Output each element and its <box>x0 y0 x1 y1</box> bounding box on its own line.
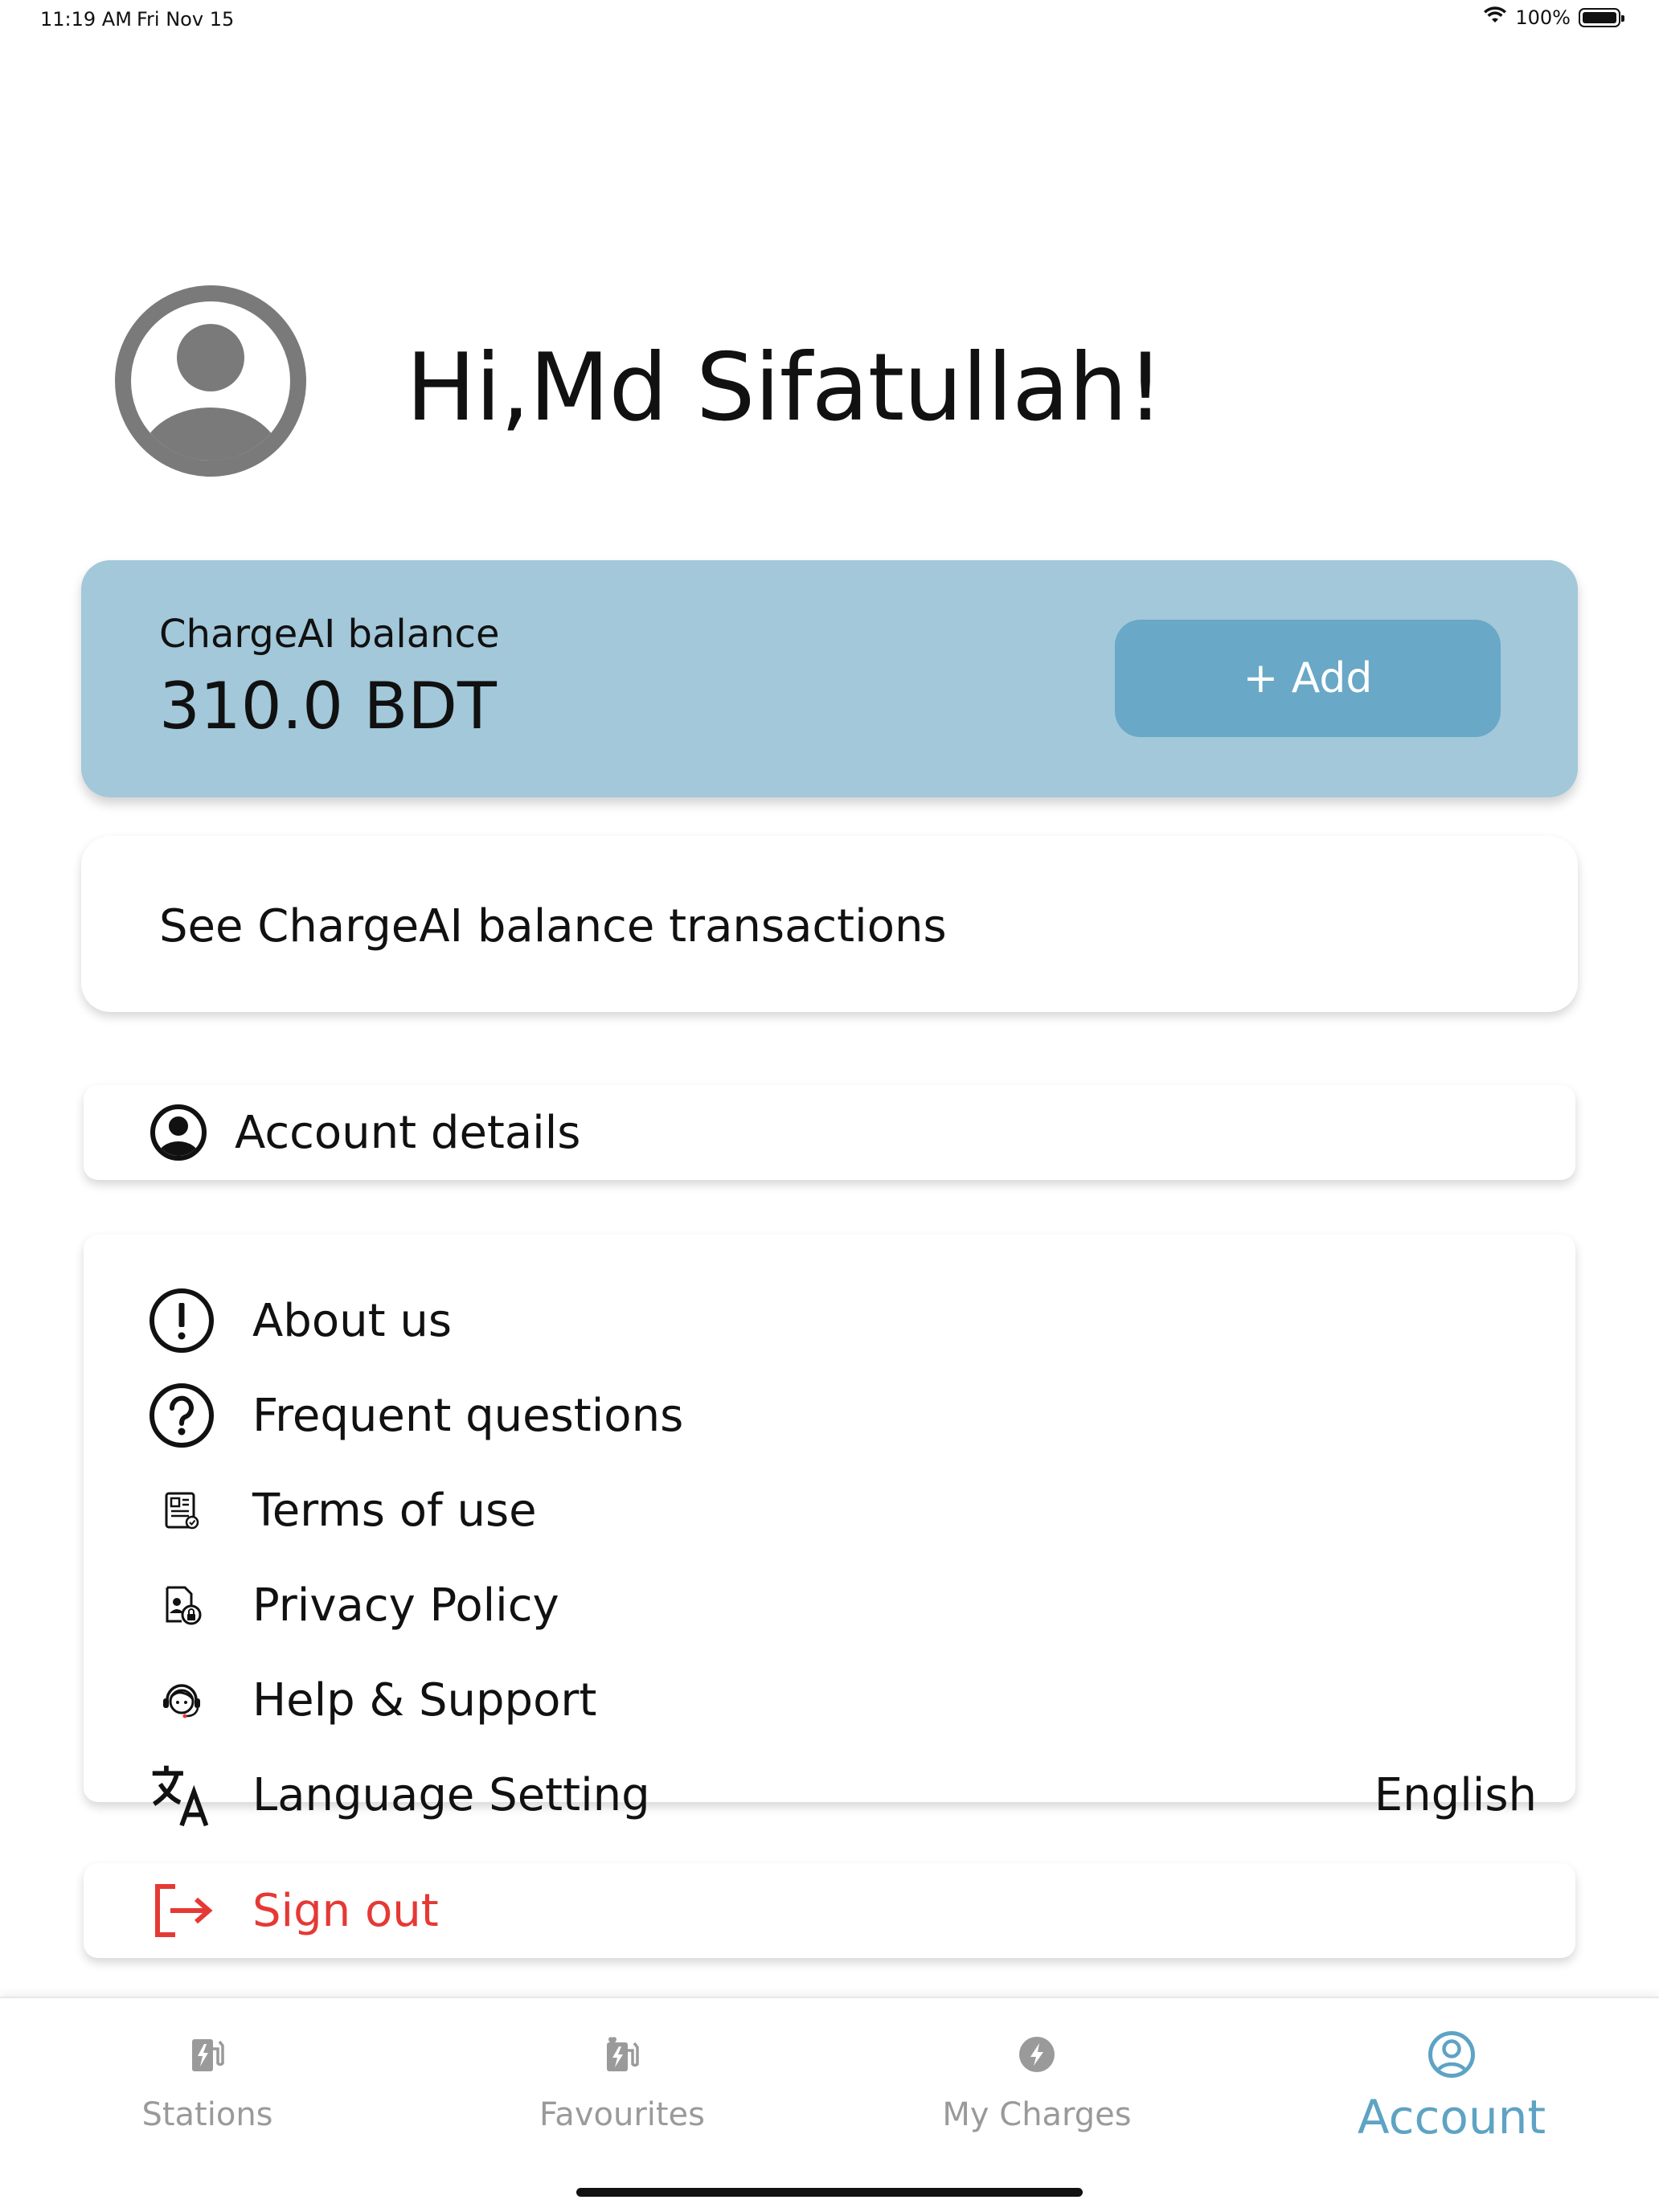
document-icon <box>148 1477 215 1544</box>
menu-item-help-support[interactable]: Help & Support <box>84 1660 1575 1740</box>
support-agent-icon <box>148 1666 215 1734</box>
balance-transactions-card[interactable]: See ChargeAI balance transactions <box>81 836 1578 1012</box>
ev-station-icon <box>183 2030 231 2079</box>
battery-icon <box>1579 8 1624 27</box>
balance-amount: 310.0 BDT <box>159 669 497 743</box>
bolt-circle-icon <box>1013 2030 1061 2079</box>
nav-label: Account <box>1357 2090 1546 2144</box>
nav-label: My Charges <box>942 2096 1132 2133</box>
home-indicator[interactable] <box>576 2188 1083 2197</box>
bottom-navigation: Stations Favourites My Charges Account <box>0 1997 1659 2212</box>
menu-item-frequent-questions[interactable]: Frequent questions <box>84 1375 1575 1456</box>
account-circle-icon <box>1428 2030 1476 2079</box>
nav-label: Stations <box>141 2096 273 2133</box>
menu-item-terms-of-use[interactable]: Terms of use <box>84 1470 1575 1550</box>
privacy-document-icon <box>148 1571 215 1639</box>
balance-transactions-label: See ChargeAI balance transactions <box>159 900 947 952</box>
avatar <box>115 285 306 477</box>
account-details-row[interactable]: Account details <box>84 1092 1575 1173</box>
menu-item-label: Language Setting <box>252 1768 650 1821</box>
menu-item-label: Terms of use <box>252 1484 537 1537</box>
account-screen: 11:19 AM Fri Nov 15 100% Hi,Md Sifatulla… <box>0 0 1659 2212</box>
menu-item-label: Help & Support <box>252 1673 597 1727</box>
language-value: English <box>1374 1768 1537 1821</box>
menu-item-label: Frequent questions <box>252 1389 684 1442</box>
balance-label: ChargeAI balance <box>159 612 500 657</box>
status-date: Fri Nov 15 <box>137 8 235 31</box>
menu-item-language-setting[interactable]: Language Setting English <box>84 1755 1575 1835</box>
account-details-card[interactable]: Account details <box>84 1085 1575 1180</box>
wifi-icon <box>1483 6 1507 29</box>
status-bar: 11:19 AM Fri Nov 15 100% <box>0 0 1659 40</box>
info-alert-icon <box>148 1287 215 1354</box>
nav-tab-favourites[interactable]: Favourites <box>415 1998 830 2159</box>
translate-icon <box>148 1761 215 1829</box>
account-details-label: Account details <box>235 1106 581 1159</box>
menu-item-label: About us <box>252 1294 453 1347</box>
status-time: 11:19 AM <box>40 8 132 31</box>
account-circle-icon <box>145 1099 212 1166</box>
info-menu-card: About us Frequent questions Terms of use… <box>84 1235 1575 1827</box>
account-circle-icon <box>115 285 306 477</box>
sign-out-card[interactable]: Sign out <box>84 1863 1575 1958</box>
add-balance-button[interactable]: + Add <box>1115 620 1501 737</box>
menu-item-privacy-policy[interactable]: Privacy Policy <box>84 1565 1575 1645</box>
battery-percent: 100% <box>1515 6 1571 29</box>
nav-tab-stations[interactable]: Stations <box>0 1998 415 2159</box>
question-icon <box>148 1382 215 1449</box>
nav-tab-account[interactable]: Account <box>1244 1998 1659 2159</box>
favourite-station-icon <box>598 2030 646 2079</box>
logout-icon <box>148 1877 215 1944</box>
menu-item-about-us[interactable]: About us <box>84 1280 1575 1361</box>
nav-tab-my-charges[interactable]: My Charges <box>830 1998 1244 2159</box>
sign-out-row[interactable]: Sign out <box>84 1870 1575 1951</box>
balance-card: ChargeAI balance 310.0 BDT + Add <box>81 560 1578 797</box>
nav-label: Favourites <box>539 2096 706 2133</box>
greeting-title: Hi,Md Sifatullah! <box>406 334 1164 442</box>
status-indicators: 100% <box>1483 6 1624 29</box>
sign-out-label: Sign out <box>252 1884 439 1937</box>
menu-item-label: Privacy Policy <box>252 1579 559 1632</box>
